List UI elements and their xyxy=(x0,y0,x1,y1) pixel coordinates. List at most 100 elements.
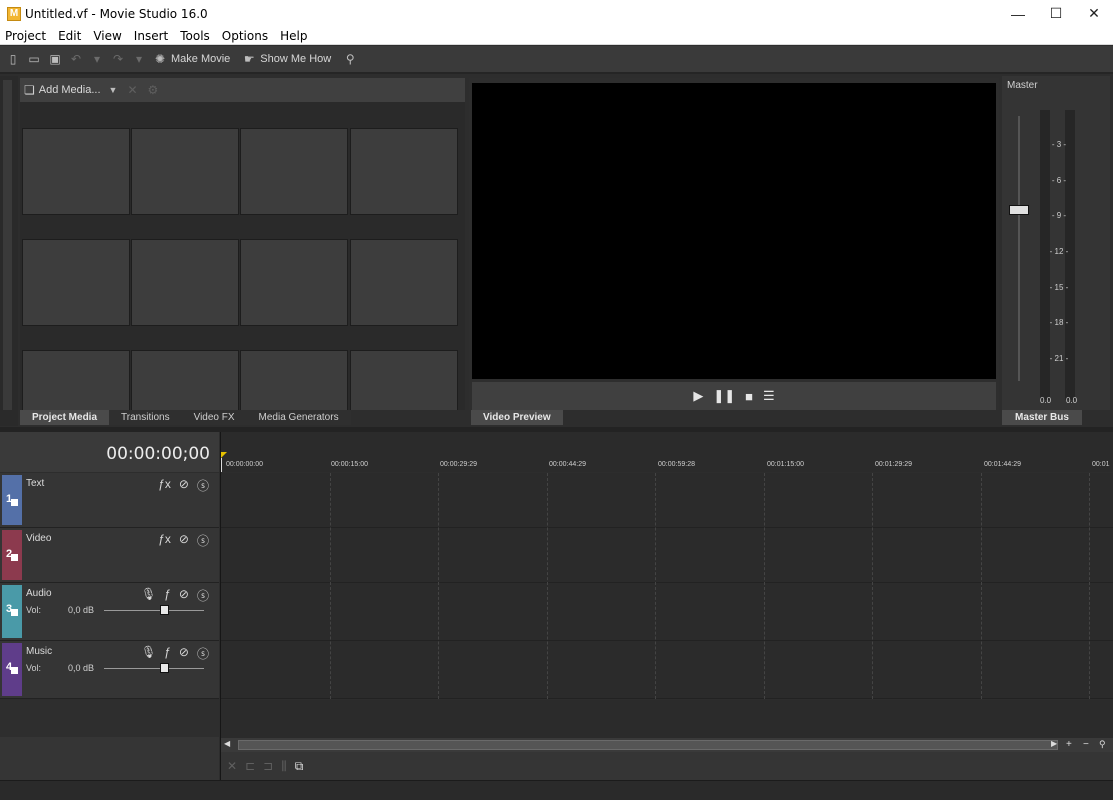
menu-insert[interactable]: Insert xyxy=(128,29,174,43)
meter-scale-6: - 6 - xyxy=(1051,176,1067,185)
media-thumbnail[interactable] xyxy=(131,128,239,215)
track-lane-text[interactable] xyxy=(221,473,1113,528)
tab-project-media[interactable]: Project Media xyxy=(20,410,110,425)
media-thumbnail[interactable] xyxy=(22,239,130,326)
scrollbar-thumb[interactable] xyxy=(238,740,1058,750)
mute-icon[interactable]: ⊘ xyxy=(179,532,189,549)
media-thumbnail[interactable] xyxy=(131,350,239,410)
record-microphone-icon[interactable]: 🎙 xyxy=(141,645,156,662)
media-thumbnail[interactable] xyxy=(350,239,458,326)
open-folder-icon[interactable]: ▭ xyxy=(25,50,43,68)
add-media-button[interactable]: ❏ Add Media... xyxy=(24,83,101,97)
track-lane-music[interactable] xyxy=(221,641,1113,699)
media-thumbnail[interactable] xyxy=(131,239,239,326)
trim-start-icon[interactable]: ⊏ xyxy=(245,759,255,773)
menu-help[interactable]: Help xyxy=(274,29,313,43)
track-header-music[interactable]: 4 Music 🎙 ƒ ⊘ ⓢ Vol: 0,0 dB xyxy=(0,641,219,699)
solo-icon[interactable]: ⓢ xyxy=(197,645,209,662)
media-thumbnail[interactable] xyxy=(240,239,348,326)
preview-controls: ▶ ❚❚ ■ ☰ xyxy=(472,382,996,410)
track-fx-icon[interactable]: ƒ xyxy=(164,587,171,604)
add-media-label: Add Media... xyxy=(38,84,101,96)
media-thumbnail[interactable] xyxy=(240,350,348,410)
solo-icon[interactable]: ⓢ xyxy=(197,477,209,494)
delete-icon[interactable]: ✕ xyxy=(227,759,237,773)
track-fx-icon[interactable]: ƒ xyxy=(164,645,171,662)
media-tabs: Project Media Transitions Video FX Media… xyxy=(20,410,351,425)
mute-icon[interactable]: ⊘ xyxy=(179,477,189,494)
play-icon[interactable]: ▶ xyxy=(693,388,703,404)
timeline-ruler[interactable]: 00:00:00:00 00:00:15:00 00:00:29:29 00:0… xyxy=(221,432,1113,472)
new-file-icon[interactable]: ▯ xyxy=(4,50,22,68)
scroll-left-icon[interactable]: ◀ xyxy=(224,739,230,748)
maximize-button[interactable]: ☐ xyxy=(1037,0,1075,27)
track-header-video[interactable]: 2 Video ƒx ⊘ ⓢ xyxy=(0,528,219,583)
trim-end-icon[interactable]: ⊐ xyxy=(263,759,273,773)
solo-icon[interactable]: ⓢ xyxy=(197,587,209,604)
zoom-tool-icon[interactable]: ⚲ xyxy=(1099,739,1106,750)
mute-icon[interactable]: ⊘ xyxy=(179,645,189,662)
media-thumbnail[interactable] xyxy=(350,128,458,215)
solo-icon[interactable]: ⓢ xyxy=(197,532,209,549)
master-fader-track xyxy=(1018,116,1020,381)
video-track-icon xyxy=(11,499,18,506)
timeline-empty-area[interactable] xyxy=(221,700,1113,738)
ruler-label: 00:00:29:29 xyxy=(440,461,477,468)
menu-project[interactable]: Project xyxy=(0,29,52,43)
zoom-in-icon[interactable]: + xyxy=(1066,739,1072,750)
media-thumbnail[interactable] xyxy=(350,350,458,410)
track-name: Video xyxy=(26,533,52,544)
pause-icon[interactable]: ❚❚ xyxy=(713,388,735,404)
track-fx-icon[interactable]: ƒx xyxy=(158,477,171,494)
tab-transitions[interactable]: Transitions xyxy=(109,410,182,425)
record-microphone-icon[interactable]: 🎙 xyxy=(141,587,156,604)
media-thumbnail[interactable] xyxy=(22,128,130,215)
redo-dropdown-icon[interactable]: ▾ xyxy=(130,50,148,68)
snapping-icon[interactable]: ⧉ xyxy=(295,759,304,774)
timeline-edit-toolbar: ✕ ⊏ ⊐ ⫼ ⧉ xyxy=(221,752,1113,780)
mute-icon[interactable]: ⊘ xyxy=(179,587,189,604)
help-pointer-icon[interactable]: ⚲ xyxy=(341,50,359,68)
volume-slider-track[interactable] xyxy=(104,668,204,669)
tab-video-fx[interactable]: Video FX xyxy=(181,410,247,425)
track-lane-video[interactable] xyxy=(221,528,1113,583)
media-settings-icon[interactable]: ⚙ xyxy=(148,83,159,97)
tab-media-generators[interactable]: Media Generators xyxy=(246,410,351,425)
timeline-horizontal-scrollbar[interactable]: ◀ ▶ + − ⚲ xyxy=(221,738,1113,752)
minimize-button[interactable]: — xyxy=(999,0,1037,27)
track-name: Audio xyxy=(26,588,52,599)
save-icon[interactable]: ▣ xyxy=(46,50,64,68)
zoom-out-icon[interactable]: − xyxy=(1083,739,1089,750)
scroll-right-icon[interactable]: ▶ xyxy=(1051,739,1057,748)
menu-edit[interactable]: Edit xyxy=(52,29,87,43)
tab-master-bus[interactable]: Master Bus xyxy=(1002,410,1082,425)
track-header-text[interactable]: 1 Text ƒx ⊘ ⓢ xyxy=(0,473,219,528)
volume-slider-knob[interactable] xyxy=(160,663,169,673)
split-icon[interactable]: ⫼ xyxy=(281,759,287,774)
make-movie-button[interactable]: ✺ Make Movie xyxy=(151,50,230,68)
preview-menu-icon[interactable]: ☰ xyxy=(763,388,775,404)
media-thumbnail[interactable] xyxy=(240,128,348,215)
ruler-label: 00:00:44:29 xyxy=(549,461,586,468)
remove-media-icon[interactable]: ✕ xyxy=(127,83,137,97)
undo-dropdown-icon[interactable]: ▾ xyxy=(88,50,106,68)
track-header-audio[interactable]: 3 Audio 🎙 ƒ ⊘ ⓢ Vol: 0,0 dB xyxy=(0,583,219,641)
tab-video-preview[interactable]: Video Preview xyxy=(471,410,563,425)
track-list-empty-area xyxy=(0,700,219,780)
close-button[interactable]: ✕ xyxy=(1075,0,1113,27)
undo-icon[interactable]: ↶ xyxy=(67,50,85,68)
redo-icon[interactable]: ↷ xyxy=(109,50,127,68)
volume-slider-knob[interactable] xyxy=(160,605,169,615)
track-lane-audio[interactable] xyxy=(221,583,1113,641)
menu-options[interactable]: Options xyxy=(216,29,274,43)
track-fx-icon[interactable]: ƒx xyxy=(158,532,171,549)
volume-slider-track[interactable] xyxy=(104,610,204,611)
menu-view[interactable]: View xyxy=(87,29,127,43)
menu-tools[interactable]: Tools xyxy=(174,29,216,43)
media-thumbnail[interactable] xyxy=(22,350,130,410)
add-media-dropdown-icon[interactable]: ▼ xyxy=(109,85,118,95)
master-fader-knob[interactable] xyxy=(1009,205,1029,215)
volume-label: Vol: xyxy=(26,663,42,673)
stop-icon[interactable]: ■ xyxy=(745,389,753,404)
show-me-how-button[interactable]: ☛ Show Me How xyxy=(240,50,331,68)
